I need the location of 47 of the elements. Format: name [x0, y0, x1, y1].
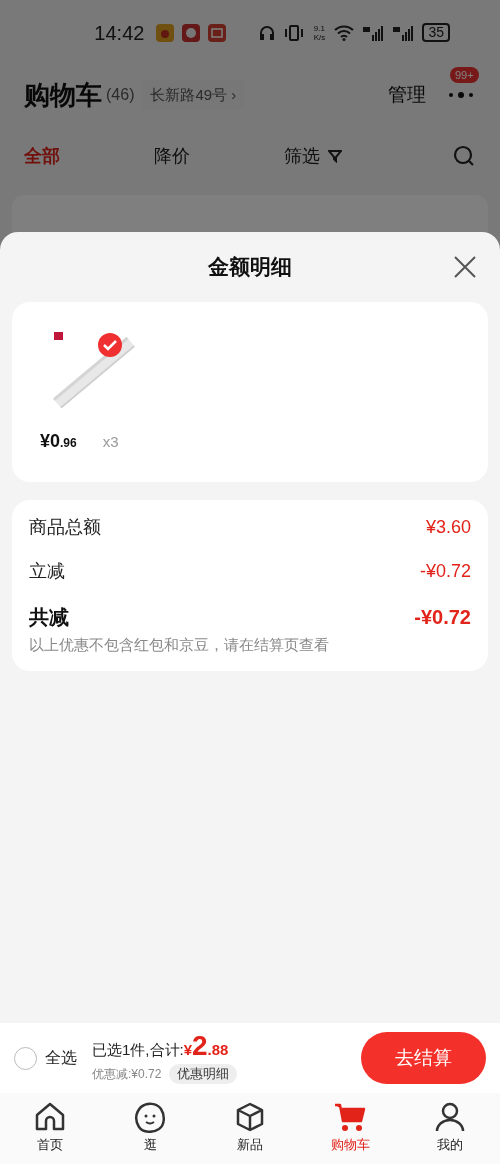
selected-summary: 已选1件,合计: [92, 1040, 184, 1061]
app-notification-icon [208, 23, 227, 42]
item-quantity: x3 [102, 432, 119, 452]
status-time: 14:42 [94, 20, 145, 46]
face-icon [133, 1101, 167, 1133]
app-notification-icon [182, 23, 201, 42]
sheet-title: 金额明细 [208, 254, 292, 281]
total-discount-label: 共减 [29, 605, 69, 630]
filter-tab[interactable]: 降价 [154, 142, 190, 170]
discount-note: 以上优惠不包含红包和京豆，请在结算页查看 [29, 635, 330, 655]
filter-tab[interactable]: 全部 [24, 142, 60, 170]
nav-tab[interactable]: 首页 [0, 1093, 100, 1164]
amount-value: -¥0.72 [419, 559, 471, 583]
wifi-icon [334, 24, 355, 41]
more-icon[interactable] [448, 91, 474, 99]
cart-icon [333, 1101, 367, 1133]
signal-icon [392, 24, 415, 41]
funnel-icon [328, 149, 342, 163]
nav-tab[interactable]: 我的 [400, 1093, 500, 1164]
headphones-icon [258, 23, 277, 42]
app-notification-icon [156, 23, 175, 42]
manage-button[interactable]: 管理 [388, 80, 426, 110]
nav-tab[interactable]: 新品 [200, 1093, 300, 1164]
notification-badge: 99+ [450, 67, 479, 83]
checkout-button[interactable]: 去结算 [361, 1032, 486, 1084]
close-icon[interactable] [454, 256, 476, 278]
vibrate-icon [284, 23, 305, 42]
nav-tab[interactable]: 购物车 [300, 1093, 400, 1164]
discount-amount: 优惠减:¥0.72 [92, 1065, 162, 1083]
item-price: ¥0.96 [40, 430, 77, 453]
amount-label: 立减 [29, 559, 65, 583]
page-title: 购物车 [24, 78, 102, 112]
filter-tab[interactable]: 筛选 [284, 142, 320, 170]
cart-count: (46) [106, 85, 135, 105]
person-icon [433, 1101, 467, 1133]
battery-indicator: 35 [422, 23, 450, 42]
signal-icon [362, 24, 385, 41]
house-icon [33, 1101, 67, 1133]
total-price: ¥2.88 [183, 1032, 229, 1062]
amount-value: ¥3.60 [425, 515, 471, 539]
discount-detail-button[interactable]: 优惠明细 [169, 1063, 238, 1084]
search-icon[interactable] [452, 144, 476, 168]
nav-tab[interactable]: 逛 [100, 1093, 200, 1164]
amount-label: 商品总额 [29, 515, 101, 539]
select-all-label[interactable]: 全选 [45, 1046, 77, 1070]
total-discount-value: -¥0.72 [414, 605, 471, 630]
network-speed: 9.1 K/s [312, 23, 327, 42]
